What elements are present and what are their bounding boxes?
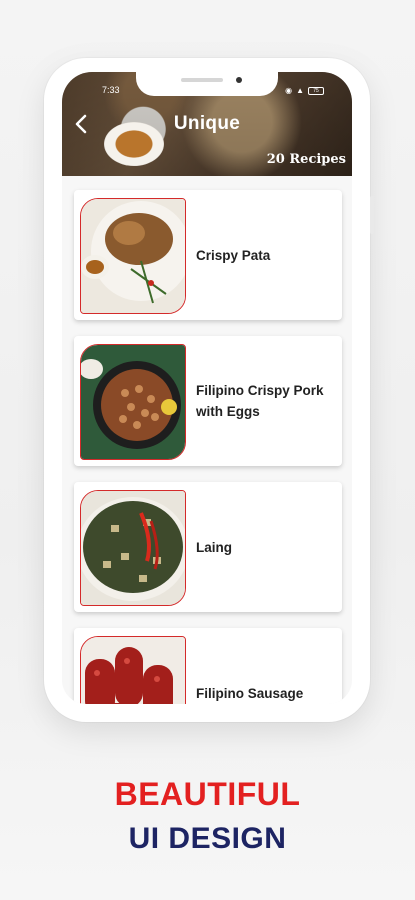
battery-icon: 75 (308, 86, 324, 95)
recipe-card[interactable]: Crispy Pata (74, 190, 342, 320)
signal-icon: ▲ (296, 86, 304, 95)
recipe-card[interactable]: Filipino Crispy Pork with Eggs (74, 336, 342, 466)
phone-notch (136, 72, 278, 96)
recipe-card[interactable]: Laing (74, 482, 342, 612)
promo-subheadline: UI DESIGN (128, 822, 287, 855)
recipe-count: 20 Recipes (266, 152, 346, 167)
recipe-title: Filipino Crispy Pork with Eggs (196, 383, 324, 419)
phone-side-button (370, 196, 374, 234)
app-screen: 7:33 ◉ ▲ 75 Unique 20 Recipes Crispy Pat… (62, 72, 352, 704)
wifi-icon: ◉ (285, 86, 293, 95)
recipe-thumbnail (80, 490, 186, 606)
recipe-thumbnail (80, 344, 186, 460)
recipe-thumbnail (80, 198, 186, 314)
recipe-card[interactable]: Filipino Sausage (74, 628, 342, 704)
recipe-thumbnail (80, 636, 186, 704)
phone-speaker (181, 78, 223, 82)
recipe-title: Laing (196, 539, 232, 555)
promo-headline: BEAUTIFUL (114, 776, 301, 812)
status-icons: ◉ ▲ 75 (285, 86, 324, 95)
status-time: 7:33 (102, 85, 120, 95)
page-title: Unique (173, 113, 241, 134)
recipe-title: Crispy Pata (196, 247, 271, 263)
recipe-title: Filipino Sausage (196, 685, 304, 701)
phone-camera (236, 77, 242, 83)
